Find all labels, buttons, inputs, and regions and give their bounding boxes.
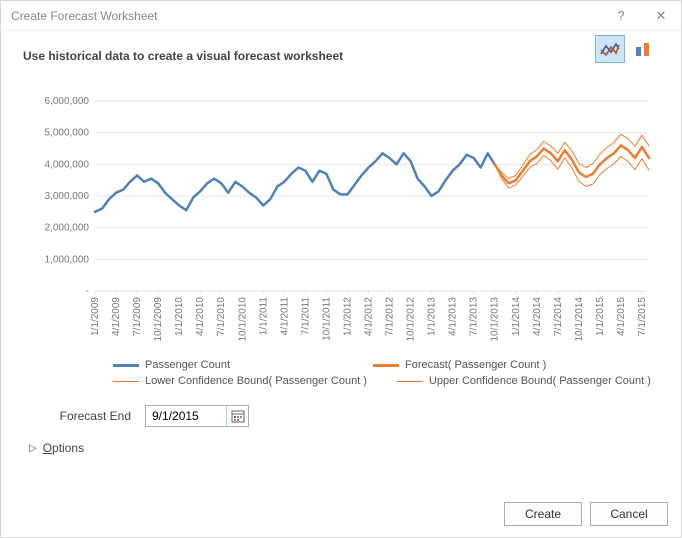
window-title: Create Forecast Worksheet <box>11 9 601 23</box>
forecast-end-label: Forecast End <box>41 409 131 423</box>
svg-text:1/1/2009: 1/1/2009 <box>90 297 101 336</box>
calendar-icon <box>231 409 245 423</box>
svg-text:7/1/2009: 7/1/2009 <box>132 297 143 336</box>
legend-label-upper: Upper Confidence Bound( Passenger Count … <box>429 375 651 387</box>
svg-text:10/1/2014: 10/1/2014 <box>574 297 585 342</box>
dialog-heading: Use historical data to create a visual f… <box>23 49 659 63</box>
forecast-end-row: Forecast End <box>23 405 659 427</box>
svg-text:10/1/2012: 10/1/2012 <box>406 297 417 342</box>
svg-text:4/1/2013: 4/1/2013 <box>448 297 459 336</box>
forecast-end-input-wrap <box>145 405 249 427</box>
svg-text:2,000,000: 2,000,000 <box>45 223 90 234</box>
create-button[interactable]: Create <box>504 502 582 526</box>
cancel-button[interactable]: Cancel <box>590 502 668 526</box>
legend-swatch-forecast <box>373 364 399 367</box>
close-button[interactable]: ✕ <box>641 1 681 31</box>
svg-text:4/1/2010: 4/1/2010 <box>195 297 206 336</box>
date-picker-button[interactable] <box>226 406 248 426</box>
line-chart-type-button[interactable] <box>595 35 625 63</box>
svg-text:7/1/2010: 7/1/2010 <box>216 297 227 336</box>
legend-upper: Upper Confidence Bound( Passenger Count … <box>397 375 651 387</box>
legend-swatch-lower <box>113 381 139 382</box>
legend-label-history: Passenger Count <box>145 359 230 371</box>
svg-text:1/1/2012: 1/1/2012 <box>342 297 353 336</box>
legend-swatch-history <box>113 364 139 367</box>
svg-text:7/1/2011: 7/1/2011 <box>300 297 311 336</box>
help-button[interactable]: ? <box>601 1 641 31</box>
options-label: Options <box>43 441 84 455</box>
forecast-chart: - 1,000,000 2,000,000 3,000,000 4,000,000 5,0… <box>23 91 659 351</box>
legend-label-forecast: Forecast( Passenger Count ) <box>405 359 546 371</box>
legend-label-lower: Lower Confidence Bound( Passenger Count … <box>145 375 367 387</box>
chart-type-selector <box>595 35 659 63</box>
legend-forecast: Forecast( Passenger Count ) <box>373 359 603 371</box>
svg-text:1/1/2013: 1/1/2013 <box>427 297 438 336</box>
svg-text:10/1/2009: 10/1/2009 <box>153 297 164 342</box>
svg-text:7/1/2012: 7/1/2012 <box>385 297 396 336</box>
svg-text:7/1/2013: 7/1/2013 <box>469 297 480 336</box>
legend-history: Passenger Count <box>113 359 343 371</box>
svg-text:1/1/2011: 1/1/2011 <box>258 297 269 336</box>
svg-text:4/1/2015: 4/1/2015 <box>616 297 627 336</box>
dialog-buttons: Create Cancel <box>504 502 668 526</box>
svg-text:4/1/2011: 4/1/2011 <box>279 297 290 336</box>
titlebar: Create Forecast Worksheet ? ✕ <box>1 1 681 31</box>
svg-text:7/1/2014: 7/1/2014 <box>553 297 564 336</box>
svg-text:4/1/2014: 4/1/2014 <box>532 297 543 336</box>
forecast-end-input[interactable] <box>146 406 226 426</box>
legend-swatch-upper <box>397 381 423 382</box>
bar-chart-type-button[interactable] <box>629 35 659 63</box>
svg-text:-: - <box>86 286 89 297</box>
svg-text:4,000,000: 4,000,000 <box>45 159 90 170</box>
legend-lower: Lower Confidence Bound( Passenger Count … <box>113 375 367 387</box>
svg-text:10/1/2013: 10/1/2013 <box>490 297 501 342</box>
svg-text:1,000,000: 1,000,000 <box>45 254 90 265</box>
svg-text:3,000,000: 3,000,000 <box>45 191 90 202</box>
svg-text:4/1/2012: 4/1/2012 <box>363 297 374 336</box>
chevron-right-icon: ▷ <box>29 443 37 454</box>
svg-text:6,000,000: 6,000,000 <box>45 96 90 107</box>
svg-text:4/1/2009: 4/1/2009 <box>111 297 122 336</box>
bar-chart-icon <box>633 40 655 58</box>
chart-legend: Passenger Count Forecast( Passenger Coun… <box>113 359 659 387</box>
options-toggle[interactable]: ▷ Options <box>23 441 659 455</box>
svg-text:10/1/2010: 10/1/2010 <box>237 297 248 342</box>
svg-text:1/1/2010: 1/1/2010 <box>174 297 185 336</box>
svg-text:10/1/2011: 10/1/2011 <box>321 297 332 341</box>
svg-text:1/1/2015: 1/1/2015 <box>595 297 606 336</box>
svg-text:1/1/2014: 1/1/2014 <box>511 297 522 336</box>
svg-text:5,000,000: 5,000,000 <box>45 128 90 139</box>
line-chart-icon <box>599 40 621 58</box>
svg-text:7/1/2015: 7/1/2015 <box>637 297 648 336</box>
